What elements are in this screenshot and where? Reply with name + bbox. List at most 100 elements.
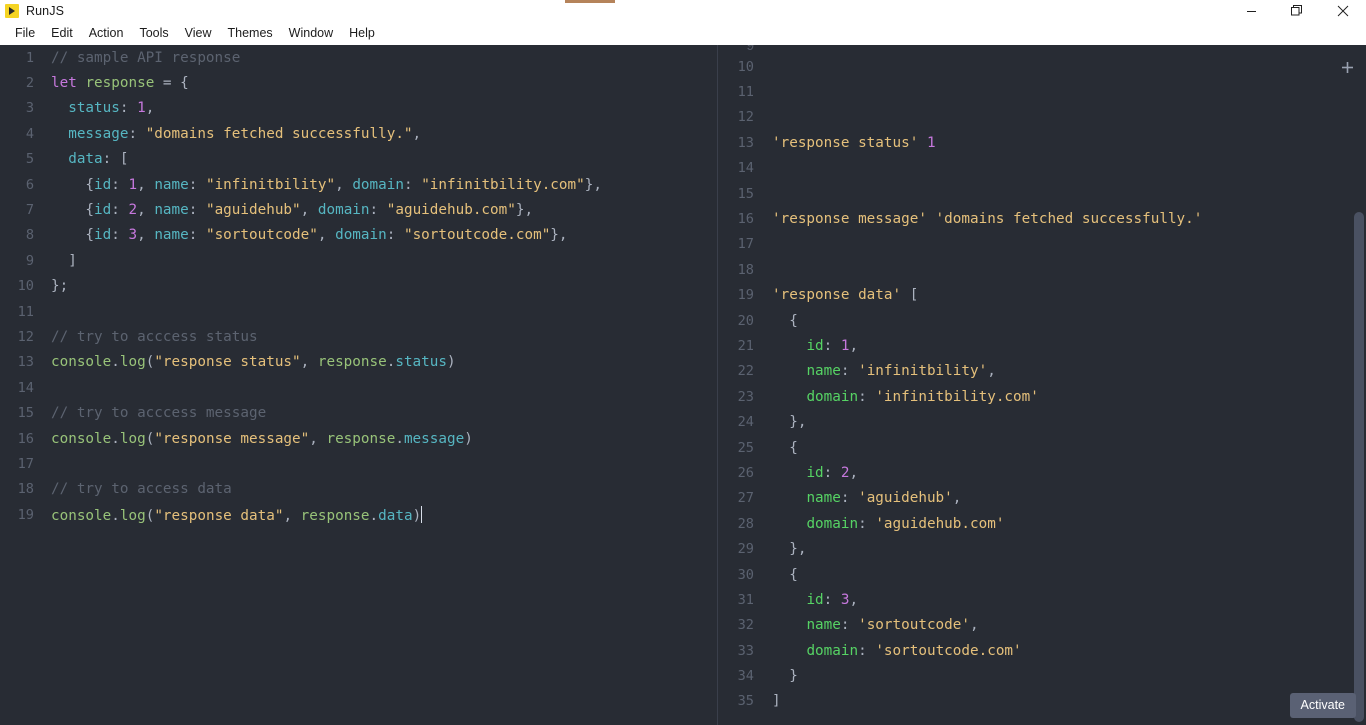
line-content[interactable]: {id: 2, name: "aguidehub", domain: "agui… bbox=[34, 202, 533, 218]
code-line[interactable]: 6 {id: 1, name: "infinitbility", domain:… bbox=[0, 172, 717, 197]
output-code-area[interactable]: 10 11 12 13'response status' 1 14 15 16'respon… bbox=[718, 45, 1366, 714]
code-token: 'infinitbility' bbox=[858, 363, 988, 380]
code-line[interactable]: 15 // try to acccess message bbox=[0, 400, 717, 425]
code-line[interactable]: 4 message: "domains fetched successfully… bbox=[0, 121, 717, 146]
code-line[interactable]: 14 bbox=[0, 375, 717, 400]
code-line[interactable]: 11 bbox=[0, 299, 717, 324]
code-line[interactable]: 32 name: 'sortoutcode', bbox=[718, 613, 1366, 638]
code-line[interactable]: 8 {id: 3, name: "sortoutcode", domain: "… bbox=[0, 223, 717, 248]
menu-item-edit[interactable]: Edit bbox=[43, 24, 81, 44]
line-content[interactable]: }; bbox=[34, 278, 68, 294]
output-scrollbar-thumb[interactable] bbox=[1354, 212, 1364, 722]
menu-item-tools[interactable]: Tools bbox=[131, 24, 176, 44]
line-content[interactable]: name: 'sortoutcode', bbox=[754, 617, 978, 633]
code-line[interactable]: 13'response status' 1 bbox=[718, 130, 1366, 155]
code-line[interactable]: 16 console.log("response message", respon… bbox=[0, 426, 717, 451]
code-editor-pane[interactable]: 1// sample API response 2 let response = {… bbox=[0, 45, 717, 725]
line-content[interactable]: console.log("response data", response.da… bbox=[34, 505, 423, 524]
line-content[interactable]: console.log("response status", response.… bbox=[34, 354, 456, 370]
code-line[interactable]: 9 ] bbox=[0, 248, 717, 273]
line-content[interactable]: { bbox=[754, 567, 798, 583]
line-content[interactable]: {id: 1, name: "infinitbility", domain: "… bbox=[34, 177, 602, 193]
code-line[interactable]: 2 let response = { bbox=[0, 70, 717, 95]
code-line[interactable]: 25 { bbox=[718, 435, 1366, 460]
code-line[interactable]: 29 }, bbox=[718, 536, 1366, 561]
line-content[interactable]: data: [ bbox=[34, 151, 128, 167]
editor-code-area[interactable]: 1// sample API response 2 let response = {… bbox=[0, 45, 717, 527]
code-line[interactable]: 15 bbox=[718, 181, 1366, 206]
line-content[interactable]: ] bbox=[34, 253, 77, 269]
close-button[interactable] bbox=[1320, 0, 1366, 22]
line-content[interactable]: // try to acccess message bbox=[34, 405, 266, 421]
menu-item-file[interactable]: File bbox=[7, 24, 43, 44]
code-token: ] bbox=[772, 693, 781, 710]
code-line[interactable]: 1 // sample API response bbox=[0, 45, 717, 70]
code-line[interactable]: 10}; bbox=[0, 274, 717, 299]
code-line[interactable]: 28 domain: 'aguidehub.com' bbox=[718, 511, 1366, 536]
line-content[interactable]: 'response data' [ bbox=[754, 287, 918, 303]
line-content[interactable]: domain: 'sortoutcode.com' bbox=[754, 643, 1021, 659]
line-content[interactable]: }, bbox=[754, 541, 806, 557]
code-line[interactable]: 18 // try to access data bbox=[0, 477, 717, 502]
line-content[interactable]: { bbox=[754, 440, 798, 456]
line-content[interactable]: id: 1, bbox=[754, 338, 858, 354]
line-content[interactable]: status: 1, bbox=[34, 100, 154, 116]
code-line[interactable]: 31 id: 3, bbox=[718, 587, 1366, 612]
line-content[interactable]: console.log("response message", response… bbox=[34, 431, 473, 447]
code-line[interactable]: 26 id: 2, bbox=[718, 460, 1366, 485]
line-content[interactable]: // try to acccess status bbox=[34, 329, 258, 345]
line-content[interactable]: 'response message' 'domains fetched succ… bbox=[754, 211, 1202, 227]
code-line[interactable]: 19'response data' [ bbox=[718, 283, 1366, 308]
code-line[interactable]: 27 name: 'aguidehub', bbox=[718, 486, 1366, 511]
line-content[interactable]: // sample API response bbox=[34, 50, 240, 66]
code-line[interactable]: 17 bbox=[0, 451, 717, 476]
code-line[interactable]: 5 data: [ bbox=[0, 147, 717, 172]
menu-item-view[interactable]: View bbox=[177, 24, 220, 44]
line-content[interactable]: name: 'infinitbility', bbox=[754, 363, 995, 380]
line-content[interactable]: ] bbox=[754, 693, 781, 709]
line-content[interactable]: id: 3, bbox=[754, 592, 858, 608]
code-line[interactable]: 18 bbox=[718, 257, 1366, 282]
code-line[interactable]: 22 name: 'infinitbility', bbox=[718, 359, 1366, 384]
line-content[interactable]: {id: 3, name: "sortoutcode", domain: "so… bbox=[34, 227, 567, 243]
code-line[interactable]: 30 { bbox=[718, 562, 1366, 587]
line-content[interactable]: name: 'aguidehub', bbox=[754, 490, 961, 506]
output-console-pane[interactable]: 9 10 11 12 13'response status' 1 14 15 16'resp… bbox=[717, 45, 1366, 725]
output-scrollbar[interactable] bbox=[1352, 45, 1366, 725]
line-content[interactable]: 'response status' 1 bbox=[754, 135, 936, 151]
code-line[interactable]: 11 bbox=[718, 79, 1366, 104]
code-line[interactable]: 17 bbox=[718, 232, 1366, 257]
line-content[interactable]: id: 2, bbox=[754, 465, 858, 481]
code-line[interactable]: 16'response message' 'domains fetched su… bbox=[718, 206, 1366, 231]
menu-item-themes[interactable]: Themes bbox=[220, 24, 281, 44]
line-content[interactable]: message: "domains fetched successfully."… bbox=[34, 126, 421, 142]
code-line[interactable]: 10 bbox=[718, 54, 1366, 79]
code-line[interactable]: 24 }, bbox=[718, 409, 1366, 434]
line-content[interactable]: // try to access data bbox=[34, 481, 232, 497]
code-line[interactable]: 12 // try to acccess status bbox=[0, 324, 717, 349]
code-line[interactable]: 19 console.log("response data", response.… bbox=[0, 502, 717, 527]
menu-item-window[interactable]: Window bbox=[281, 24, 341, 44]
code-line[interactable]: 14 bbox=[718, 156, 1366, 181]
maximize-restore-button[interactable] bbox=[1274, 0, 1320, 22]
line-content[interactable]: { bbox=[754, 313, 798, 329]
code-line[interactable]: 20 { bbox=[718, 308, 1366, 333]
menu-item-action[interactable]: Action bbox=[81, 24, 132, 44]
activate-button[interactable]: Activate bbox=[1289, 693, 1356, 718]
code-line[interactable]: 7 {id: 2, name: "aguidehub", domain: "ag… bbox=[0, 197, 717, 222]
minimize-button[interactable] bbox=[1228, 0, 1274, 22]
code-line[interactable]: 23 domain: 'infinitbility.com' bbox=[718, 384, 1366, 409]
line-content[interactable]: domain: 'infinitbility.com' bbox=[754, 389, 1038, 405]
code-line[interactable]: 13 console.log("response status", respons… bbox=[0, 350, 717, 375]
code-line[interactable]: 35] bbox=[718, 689, 1366, 714]
line-content[interactable]: domain: 'aguidehub.com' bbox=[754, 516, 1004, 532]
menu-item-help[interactable]: Help bbox=[341, 24, 383, 44]
code-line[interactable]: 34 } bbox=[718, 663, 1366, 688]
code-line[interactable]: 21 id: 1, bbox=[718, 333, 1366, 358]
code-line[interactable]: 33 domain: 'sortoutcode.com' bbox=[718, 638, 1366, 663]
code-line[interactable]: 12 bbox=[718, 105, 1366, 130]
line-content[interactable]: } bbox=[754, 668, 798, 684]
line-content[interactable]: }, bbox=[754, 414, 806, 430]
line-content[interactable]: let response = { bbox=[34, 75, 189, 91]
code-line[interactable]: 3 status: 1, bbox=[0, 96, 717, 121]
